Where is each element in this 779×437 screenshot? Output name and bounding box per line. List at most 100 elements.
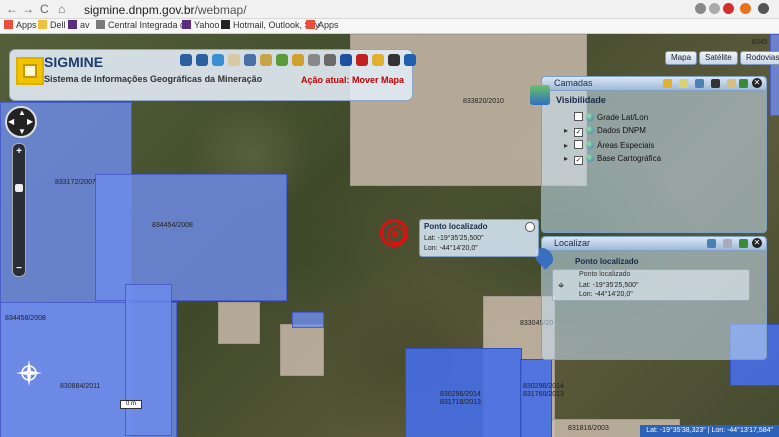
- sigmine-header: SIGMINE Sistema de Informações Geográfic…: [9, 49, 416, 101]
- document-icon[interactable]: [727, 79, 736, 88]
- draw-icon[interactable]: [324, 54, 336, 66]
- home-icon[interactable]: ⌂: [58, 2, 65, 16]
- bookmark-apps-2[interactable]: Apps: [306, 20, 339, 30]
- zoom-plus-icon[interactable]: +: [13, 146, 25, 157]
- star-icon[interactable]: [709, 3, 720, 14]
- globe-icon: [586, 113, 594, 121]
- book-icon[interactable]: [292, 54, 304, 66]
- mining-parcel[interactable]: [125, 284, 172, 436]
- bookmark-hotmail[interactable]: Hotmail, Outlook, Sky: [221, 20, 320, 30]
- popup-close-icon[interactable]: [525, 222, 535, 232]
- layer-item-areas-especiais[interactable]: ▸ Áreas Especiais: [564, 140, 654, 150]
- chart-icon[interactable]: [276, 54, 288, 66]
- layer-checkbox[interactable]: [574, 112, 583, 121]
- note-icon[interactable]: [679, 79, 688, 88]
- reload-icon[interactable]: C: [40, 2, 49, 16]
- folder-icon[interactable]: [663, 79, 672, 88]
- expand-arrow-icon[interactable]: ▸: [564, 126, 574, 135]
- bookmark-dell[interactable]: Dell: [38, 20, 66, 30]
- parcel-label: 830298/2014: [523, 383, 564, 390]
- mining-parcel[interactable]: [292, 312, 324, 328]
- mining-parcel[interactable]: [520, 359, 552, 437]
- parcel-label: 830296/2014: [440, 391, 481, 398]
- locate-panel-title: Localizar: [554, 238, 591, 248]
- close-icon[interactable]: ✕: [752, 78, 762, 88]
- expand-arrow-icon[interactable]: ▸: [564, 141, 574, 150]
- zoom-out-icon[interactable]: [196, 54, 208, 66]
- folder-icon[interactable]: [372, 54, 384, 66]
- zoom-slider-knob[interactable]: [15, 184, 23, 192]
- download-icon[interactable]: [711, 79, 720, 88]
- zoom-in-icon[interactable]: [180, 54, 192, 66]
- bookmark-av[interactable]: av: [68, 20, 90, 30]
- bookmark-yahoo[interactable]: Yahoo: [182, 20, 219, 30]
- mining-parcel[interactable]: [218, 302, 260, 344]
- layer-item-base-cartografica[interactable]: ▸ ✓ Base Cartográfica: [564, 154, 661, 165]
- tool-icon[interactable]: [707, 239, 716, 248]
- bookmark-apps[interactable]: Apps: [4, 20, 37, 30]
- list-icon[interactable]: [723, 239, 732, 248]
- action-status: Ação atual: Mover Mapa: [300, 75, 404, 85]
- minimize-icon[interactable]: [739, 79, 748, 88]
- close-icon[interactable]: ✕: [752, 238, 762, 248]
- info-icon[interactable]: [340, 54, 352, 66]
- yahoo-icon: [182, 20, 191, 29]
- located-point-box-title: Ponto localizado: [579, 271, 631, 278]
- url-field[interactable]: sigmine.dnpm.gov.br/webmap/: [84, 3, 247, 17]
- pan-control[interactable]: ▲ ▼ ◀ ▶: [5, 106, 37, 138]
- popup-lon: Lon: -44°14'20,0": [424, 245, 478, 252]
- located-point-marker[interactable]: [380, 219, 408, 247]
- pin-icon[interactable]: [356, 54, 368, 66]
- map-type-mapa-button[interactable]: Mapa: [665, 51, 698, 65]
- layer-item-dados-dnpm[interactable]: ▸ ✓ Dados DNPM: [564, 126, 646, 137]
- mining-parcel[interactable]: [280, 324, 324, 376]
- locate-panel: Localizar ✕ Ponto localizado Ponto local…: [531, 236, 767, 360]
- pan-hand-icon[interactable]: [228, 54, 240, 66]
- pan-down-icon[interactable]: ▼: [18, 127, 26, 136]
- parcel-label: 830884/2011: [60, 383, 101, 390]
- back-icon[interactable]: ←: [6, 2, 18, 16]
- measure-icon[interactable]: [260, 54, 272, 66]
- help-icon[interactable]: [404, 54, 416, 66]
- located-lat: Lat: -19°35'25,500": [579, 282, 639, 289]
- locate-panel-titlebar: Localizar ✕: [542, 237, 766, 251]
- globe-icon: [586, 126, 594, 134]
- expand-arrow-icon[interactable]: ▸: [564, 154, 574, 163]
- sigmine-logo-icon: [16, 57, 44, 85]
- minimize-icon[interactable]: [739, 239, 748, 248]
- zoom-slider[interactable]: + −: [12, 143, 26, 277]
- pinterest-icon[interactable]: [723, 3, 734, 14]
- map-type-rodovias-button[interactable]: Rodovias: [740, 51, 779, 65]
- hand-icon[interactable]: [308, 54, 320, 66]
- layers-stack-icon: [530, 85, 550, 105]
- layer-checkbox[interactable]: ✓: [574, 128, 583, 137]
- pan-right-icon[interactable]: ▶: [27, 117, 33, 126]
- bookmarks-bar: Apps Dell av Central Integrada de Yahoo …: [0, 19, 779, 34]
- layer-checkbox[interactable]: [574, 140, 583, 149]
- parcel-label: 831760/2013: [523, 391, 564, 398]
- pan-up-icon[interactable]: ▲: [18, 108, 26, 117]
- back-arrow-icon[interactable]: [388, 54, 400, 66]
- globe-icon[interactable]: [212, 54, 224, 66]
- layer-checkbox[interactable]: ✓: [574, 156, 583, 165]
- layers-panel: Camadas ✕ Visibilidade Grade Lat/Lon ▸ ✓ D…: [530, 76, 767, 233]
- translate-icon[interactable]: [695, 3, 706, 14]
- map-type-satelite-button[interactable]: Satélite: [699, 51, 738, 65]
- zoom-minus-icon[interactable]: −: [13, 263, 25, 274]
- bookmark-central-integrada[interactable]: Central Integrada de: [96, 20, 190, 30]
- parcel-label: 833820/2010: [463, 98, 504, 105]
- globe-icon: [586, 141, 594, 149]
- apps-icon: [306, 20, 315, 29]
- menu-icon[interactable]: [758, 3, 769, 14]
- layers-icon[interactable]: [244, 54, 256, 66]
- extension-icon[interactable]: [740, 3, 751, 14]
- scale-bar: 0 m: [120, 400, 142, 409]
- apps-icon: [4, 20, 13, 29]
- mining-parcel[interactable]: [95, 174, 287, 301]
- mining-parcel[interactable]: [770, 34, 779, 116]
- layer-item-grade[interactable]: Grade Lat/Lon: [564, 112, 648, 122]
- refresh-icon[interactable]: [695, 79, 704, 88]
- pan-left-icon[interactable]: ◀: [8, 117, 14, 126]
- forward-icon[interactable]: →: [22, 2, 34, 16]
- located-point-box[interactable]: Ponto localizado ⌖ Lat: -19°35'25,500" L…: [552, 269, 750, 301]
